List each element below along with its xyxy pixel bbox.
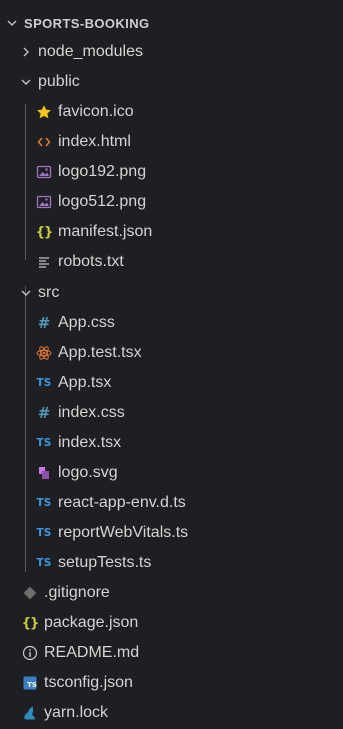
svg-icon xyxy=(36,465,52,481)
file-index-tsx[interactable]: TS index.tsx xyxy=(36,430,343,456)
yarn-icon xyxy=(22,705,38,721)
file-label: reportWebVitals.ts xyxy=(58,524,189,541)
file-label: favicon.ico xyxy=(58,103,134,120)
file-label: yarn.lock xyxy=(44,704,109,721)
file-tsconfig-json[interactable]: TS tsconfig.json xyxy=(22,670,343,696)
css-hash-icon: # xyxy=(37,404,51,422)
file-app-test-tsx[interactable]: App.test.tsx xyxy=(36,340,343,366)
json-icon: {} xyxy=(35,224,53,240)
file-app-css[interactable]: # App.css xyxy=(36,310,343,336)
file-yarn-lock[interactable]: yarn.lock xyxy=(22,700,343,726)
file-report-web-vitals-ts[interactable]: TS reportWebVitals.ts xyxy=(36,520,343,546)
text-file-icon xyxy=(36,254,52,270)
typescript-icon: TS xyxy=(36,557,52,569)
css-hash-icon: # xyxy=(37,314,51,332)
file-readme-md[interactable]: README.md xyxy=(22,640,343,666)
file-index-html[interactable]: index.html xyxy=(36,129,343,155)
file-setup-tests-ts[interactable]: TS setupTests.ts xyxy=(36,550,343,576)
file-label: index.tsx xyxy=(58,434,122,451)
file-logo512-png[interactable]: logo512.png xyxy=(36,189,343,215)
chevron-right-icon xyxy=(20,46,32,58)
file-label: .gitignore xyxy=(44,584,110,601)
html-icon xyxy=(36,134,52,150)
json-icon: {} xyxy=(21,615,39,631)
folder-label: public xyxy=(38,73,80,90)
chevron-down-icon xyxy=(20,287,32,299)
folder-public[interactable]: public xyxy=(20,69,343,95)
file-label: README.md xyxy=(44,644,140,661)
file-label: react-app-env.d.ts xyxy=(58,494,186,511)
file-label: App.css xyxy=(58,314,115,331)
file-app-tsx[interactable]: TS App.tsx xyxy=(36,370,343,396)
star-icon xyxy=(36,104,52,120)
file-label: index.html xyxy=(58,133,131,150)
file-label: robots.txt xyxy=(58,253,124,270)
file-react-app-env-d-ts[interactable]: TS react-app-env.d.ts xyxy=(36,490,343,516)
file-label: tsconfig.json xyxy=(44,674,133,691)
file-explorer: SPORTS-BOOKING node_modules public favic… xyxy=(0,0,343,729)
explorer-root-folder[interactable]: SPORTS-BOOKING xyxy=(6,10,343,36)
git-icon xyxy=(22,585,38,601)
file-label: logo512.png xyxy=(58,193,147,210)
file-robots-txt[interactable]: robots.txt xyxy=(36,249,343,275)
file-favicon-ico[interactable]: favicon.ico xyxy=(36,99,343,125)
file-label: logo192.png xyxy=(58,163,147,180)
public-indent-guide xyxy=(25,104,26,260)
folder-label: src xyxy=(38,284,60,301)
file-package-json[interactable]: {} package.json xyxy=(22,610,343,636)
root-folder-label: SPORTS-BOOKING xyxy=(24,15,150,31)
typescript-icon: TS xyxy=(36,527,52,539)
react-test-icon xyxy=(36,345,52,361)
file-manifest-json[interactable]: {} manifest.json xyxy=(36,219,343,245)
info-icon xyxy=(22,645,38,661)
file-label: logo.svg xyxy=(58,464,118,481)
file-label: App.tsx xyxy=(58,374,112,391)
chevron-down-icon xyxy=(20,76,32,88)
file-label: setupTests.ts xyxy=(58,554,152,571)
folder-src[interactable]: src xyxy=(20,280,343,306)
image-icon xyxy=(36,164,52,180)
file-label: package.json xyxy=(44,614,139,631)
file-logo-svg[interactable]: logo.svg xyxy=(36,460,343,486)
image-icon xyxy=(36,194,52,210)
folder-label: node_modules xyxy=(38,43,143,60)
chevron-down-icon xyxy=(6,17,18,29)
file-index-css[interactable]: # index.css xyxy=(36,400,343,426)
src-indent-guide xyxy=(25,286,26,572)
typescript-icon: TS xyxy=(36,497,52,509)
folder-node-modules[interactable]: node_modules xyxy=(20,39,343,65)
typescript-icon: TS xyxy=(36,437,52,449)
file-gitignore[interactable]: .gitignore xyxy=(22,580,343,606)
tsconfig-icon: TS xyxy=(22,675,38,691)
file-label: manifest.json xyxy=(58,223,153,240)
file-label: index.css xyxy=(58,404,125,421)
file-logo192-png[interactable]: logo192.png xyxy=(36,159,343,185)
typescript-icon: TS xyxy=(36,377,52,389)
file-label: App.test.tsx xyxy=(58,344,142,361)
